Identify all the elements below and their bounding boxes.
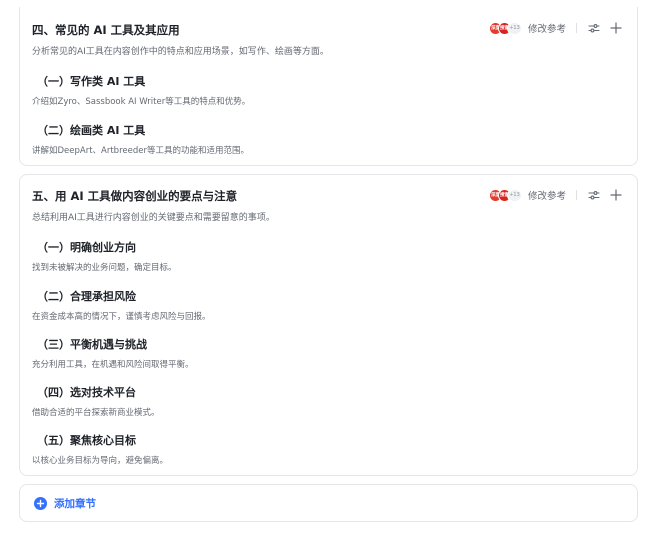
subsection-title[interactable]: （三）平衡机遇与挑战 [37, 336, 147, 352]
avatar-more-count: +13 [506, 21, 522, 35]
plus-icon[interactable] [609, 188, 623, 202]
add-section-button[interactable]: 添加章节 [34, 496, 96, 511]
toolbar-divider [576, 23, 577, 33]
subsection-description: 借助合适的平台探索新商业模式。 [32, 408, 160, 418]
section-description: 总结利用AI工具进行内容创业的关键要点和需要留意的事项。 [32, 213, 275, 223]
section-card-4: 四、常见的 AI 工具及其应用 深度 搜索 +13 修改参考 分析常见的AI工具… [19, 7, 638, 166]
subsection-description: 在资金成本高的情况下，谨慎考虑风险与回报。 [32, 312, 211, 322]
sliders-icon[interactable] [587, 188, 601, 202]
section-description: 分析常见的AI工具在内容创作中的特点和应用场景，如写作、绘画等方面。 [32, 47, 329, 57]
avatar-more-count: +13 [506, 188, 522, 202]
plus-icon[interactable] [609, 21, 623, 35]
subsection-title[interactable]: （一）明确创业方向 [37, 239, 136, 255]
subsection-description: 以核心业务目标为导向，避免偏离。 [32, 456, 169, 466]
section-title[interactable]: 四、常见的 AI 工具及其应用 [32, 22, 180, 38]
subsection-title[interactable]: （四）选对技术平台 [37, 384, 136, 400]
section-toolbar: 深度 搜索 +13 修改参考 [488, 20, 623, 36]
subsection-title[interactable]: （二）绘画类 AI 工具 [37, 122, 145, 138]
subsection-title[interactable]: （五）聚焦核心目标 [37, 432, 136, 448]
plus-circle-icon [34, 497, 47, 510]
section-card-5: 五、用 AI 工具做内容创业的要点与注意 深度 搜索 +13 修改参考 总结利用… [19, 174, 638, 476]
sliders-icon[interactable] [587, 21, 601, 35]
subsection-description: 找到未被解决的业务问题，确定目标。 [32, 263, 177, 273]
add-section-card: 添加章节 [19, 484, 638, 522]
section-toolbar: 深度 搜索 +13 修改参考 [488, 187, 623, 203]
subsection-title[interactable]: （二）合理承担风险 [37, 288, 136, 304]
modify-reference-button[interactable]: 修改参考 [528, 21, 566, 35]
section-title[interactable]: 五、用 AI 工具做内容创业的要点与注意 [32, 188, 237, 204]
subsection-description: 充分利用工具，在机遇和风险间取得平衡。 [32, 360, 194, 370]
reference-avatars[interactable]: 深度 搜索 +13 [488, 21, 522, 35]
toolbar-divider [576, 190, 577, 200]
subsection-title[interactable]: （一）写作类 AI 工具 [37, 73, 145, 89]
modify-reference-button[interactable]: 修改参考 [528, 188, 566, 202]
subsection-description: 介绍如Zyro、Sassbook AI Writer等工具的特点和优势。 [32, 97, 251, 107]
subsection-description: 讲解如DeepArt、Artbreeder等工具的功能和适用范围。 [32, 146, 249, 156]
reference-avatars[interactable]: 深度 搜索 +13 [488, 188, 522, 202]
add-section-label: 添加章节 [54, 498, 96, 510]
